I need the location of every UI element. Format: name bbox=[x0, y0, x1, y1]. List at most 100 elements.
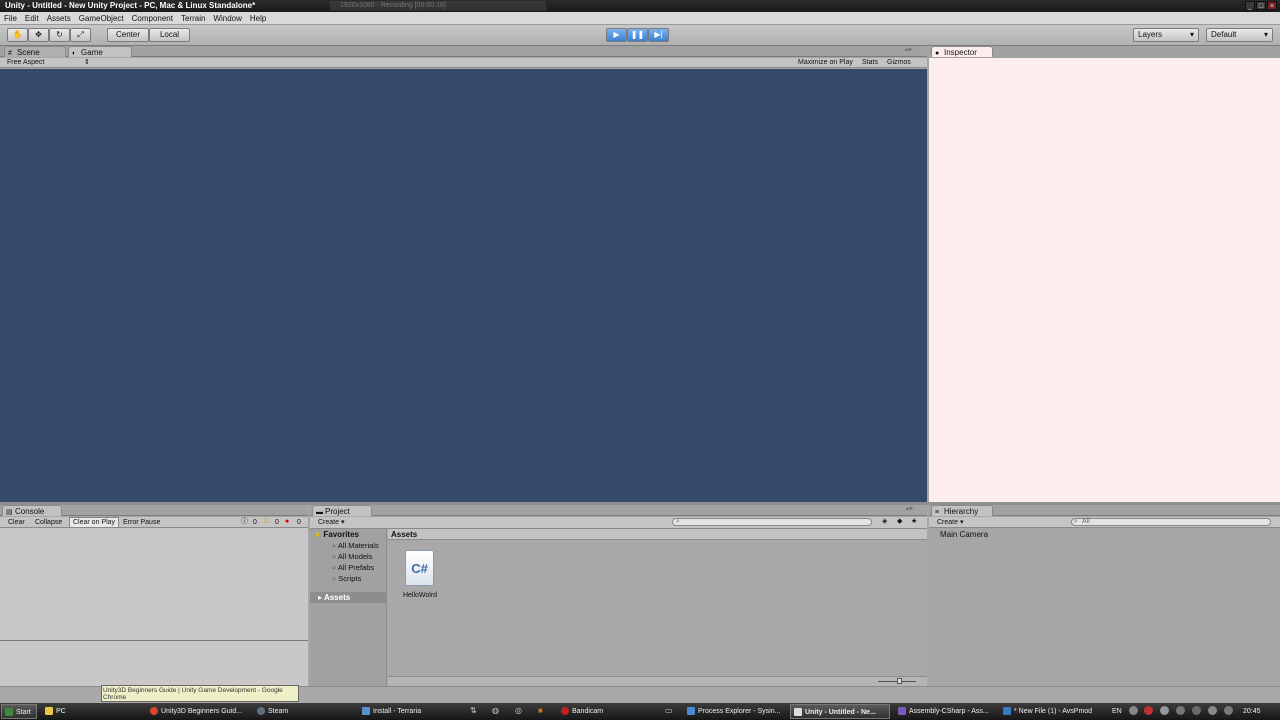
tab-scene-label: Scene bbox=[17, 48, 40, 57]
project-folder-tree: ★ Favorites ⌕ All Materials ⌕ All Models… bbox=[310, 529, 387, 686]
language-indicator[interactable]: EN bbox=[1112, 703, 1122, 720]
asset-item-helloworld[interactable]: C# HelloWolrd bbox=[400, 550, 440, 602]
maximize-on-play-toggle[interactable]: Maximize on Play bbox=[798, 58, 853, 67]
hand-tool-icon[interactable]: ✋ bbox=[7, 28, 28, 42]
lock-icon[interactable]: ▪≡ bbox=[906, 506, 913, 513]
minimize-button[interactable]: _ bbox=[1245, 1, 1255, 10]
tab-inspector[interactable]: ● Inspector bbox=[931, 46, 993, 57]
stats-toggle[interactable]: Stats bbox=[862, 58, 878, 67]
console-collapse-button[interactable]: Collapse bbox=[35, 518, 62, 527]
error-icon[interactable]: ● bbox=[285, 517, 289, 526]
gizmos-toggle[interactable]: Gizmos bbox=[887, 58, 911, 67]
warning-icon[interactable]: ⚠ bbox=[263, 517, 269, 526]
favorites-label: Favorites bbox=[323, 530, 359, 539]
hierarchy-search-input[interactable]: ⌕ All bbox=[1071, 518, 1271, 526]
console-log-area[interactable] bbox=[0, 528, 308, 686]
taskbar-item-assembly[interactable]: Assembly-CSharp - Ass... bbox=[895, 704, 995, 719]
move-tool-icon[interactable]: ✥ bbox=[28, 28, 49, 42]
filter-label-icon[interactable]: ◆ bbox=[897, 517, 902, 526]
project-search-input[interactable]: ⌕ bbox=[672, 518, 872, 526]
game-viewport[interactable] bbox=[0, 69, 927, 502]
start-button[interactable]: Start bbox=[1, 704, 37, 719]
favorite-item-all-materials[interactable]: ⌕ All Materials bbox=[332, 541, 379, 551]
steam-tray-icon[interactable] bbox=[1176, 706, 1185, 715]
recording-overlay: 1920x1080 · Recording [00:00:18] bbox=[330, 1, 546, 11]
filter-type-icon[interactable]: ◈ bbox=[882, 517, 887, 526]
hierarchy-panel[interactable]: Main Camera bbox=[929, 528, 1280, 686]
asset-item-label: HelloWolrd bbox=[402, 592, 438, 599]
record-tray-icon[interactable] bbox=[1144, 706, 1153, 715]
taskbar-item-terraria[interactable]: Install - Terraria bbox=[359, 704, 459, 719]
tray-icon[interactable] bbox=[1208, 706, 1217, 715]
console-tabstrip: ▤ Console bbox=[0, 505, 308, 516]
folder-icon bbox=[45, 707, 53, 715]
console-clear-button[interactable]: Clear bbox=[8, 518, 25, 527]
rotate-tool-icon[interactable]: ↻ bbox=[49, 28, 70, 42]
menu-component[interactable]: Component bbox=[132, 14, 173, 23]
menu-bar: File Edit Assets GameObject Component Te… bbox=[0, 12, 1280, 25]
layers-dropdown[interactable]: Layers ▾ bbox=[1133, 28, 1199, 42]
project-create-dropdown[interactable]: Create ▾ bbox=[318, 518, 344, 527]
menu-help[interactable]: Help bbox=[250, 14, 266, 23]
taskbar-item-bandicam[interactable]: Bandicam bbox=[558, 704, 658, 719]
volume-icon[interactable] bbox=[1160, 706, 1169, 715]
close-button[interactable]: × bbox=[1267, 1, 1277, 10]
console-clear-on-play-button[interactable]: Clear on Play bbox=[69, 517, 120, 528]
maximize-button[interactable]: □ bbox=[1256, 1, 1266, 10]
menu-assets[interactable]: Assets bbox=[47, 14, 71, 23]
quicklaunch-icon[interactable]: ■ bbox=[538, 706, 547, 715]
taskbar-item-avspmod[interactable]: * New File (1) - AvsPmod bbox=[1000, 704, 1100, 719]
console-detail-divider[interactable] bbox=[0, 640, 308, 641]
project-toolbar: Create ▾ ⌕ ◈ ◆ ★ bbox=[310, 517, 927, 529]
hierarchy-create-dropdown[interactable]: Create ▾ bbox=[937, 518, 963, 527]
tab-project[interactable]: ▬ Project bbox=[312, 505, 372, 516]
assets-folder-item[interactable]: ▸ Assets bbox=[310, 592, 387, 603]
tray-icon[interactable] bbox=[1129, 706, 1138, 715]
pivot-local-button[interactable]: Local bbox=[149, 28, 190, 42]
taskbar-item-unity[interactable]: Unity - Untitled - Ne... bbox=[790, 704, 890, 719]
tab-inspector-label: Inspector bbox=[944, 48, 977, 57]
favorite-item-all-prefabs[interactable]: ⌕ All Prefabs bbox=[332, 563, 374, 573]
aspect-dropdown[interactable]: Free Aspect bbox=[7, 58, 44, 67]
taskbar-item-process-explorer[interactable]: Process Explorer - Sysin... bbox=[684, 704, 786, 719]
clock[interactable]: 20:45 bbox=[1243, 703, 1261, 720]
menu-terrain[interactable]: Terrain bbox=[181, 14, 205, 23]
taskbar-item-steam[interactable]: Steam bbox=[254, 704, 354, 719]
taskbar-item-chrome[interactable]: Unity3D Beginners Guid... bbox=[147, 704, 250, 719]
tab-console[interactable]: ▤ Console bbox=[2, 505, 62, 516]
scale-tool-icon[interactable]: ⤢ bbox=[70, 28, 91, 42]
menu-gameobject[interactable]: GameObject bbox=[79, 14, 124, 23]
pause-button-icon[interactable]: ❚❚ bbox=[627, 28, 648, 42]
quicklaunch-icon[interactable]: ◍ bbox=[492, 706, 501, 715]
step-button-icon[interactable]: ▶| bbox=[648, 28, 669, 42]
tray-icon[interactable] bbox=[1224, 706, 1233, 715]
slider-handle[interactable] bbox=[897, 678, 902, 684]
breadcrumb-assets[interactable]: Assets bbox=[391, 530, 417, 539]
menu-edit[interactable]: Edit bbox=[25, 14, 39, 23]
quicklaunch-icon[interactable]: ◎ bbox=[515, 706, 524, 715]
tooltip-line-1: Unity3D Beginners Guide | Unity Game Dev… bbox=[103, 687, 283, 694]
favorite-item-scripts[interactable]: ⌕ Scripts bbox=[332, 574, 361, 584]
layout-dropdown[interactable]: Default ▾ bbox=[1206, 28, 1273, 42]
lock-icon[interactable]: ▪≡ bbox=[905, 47, 912, 54]
quicklaunch-icon[interactable]: ▭ bbox=[665, 706, 675, 715]
favorites-header[interactable]: ★ Favorites bbox=[314, 530, 359, 539]
menu-window[interactable]: Window bbox=[213, 14, 241, 23]
layout-label: Default bbox=[1211, 30, 1237, 39]
tab-game[interactable]: ◐ Game bbox=[68, 46, 132, 57]
tab-hierarchy[interactable]: ≡ Hierarchy bbox=[931, 505, 993, 516]
pivot-center-button[interactable]: Center bbox=[107, 28, 149, 42]
taskbar-label: Assembly-CSharp - Ass... bbox=[909, 708, 989, 715]
favorite-star-icon[interactable]: ★ bbox=[911, 517, 917, 526]
quicklaunch-icon[interactable]: ⇅ bbox=[470, 706, 479, 715]
info-icon[interactable]: ⓘ bbox=[241, 517, 248, 526]
favorite-item-all-models[interactable]: ⌕ All Models bbox=[332, 552, 372, 562]
play-button-icon[interactable]: ▶ bbox=[606, 28, 627, 42]
console-error-pause-button[interactable]: Error Pause bbox=[123, 518, 160, 527]
layers-label: Layers bbox=[1138, 30, 1163, 39]
hierarchy-item-main-camera[interactable]: Main Camera bbox=[940, 530, 988, 539]
tab-scene[interactable]: # Scene bbox=[4, 46, 66, 57]
menu-file[interactable]: File bbox=[4, 14, 17, 23]
taskbar-item-pc[interactable]: PC bbox=[42, 704, 142, 719]
network-icon[interactable] bbox=[1192, 706, 1201, 715]
